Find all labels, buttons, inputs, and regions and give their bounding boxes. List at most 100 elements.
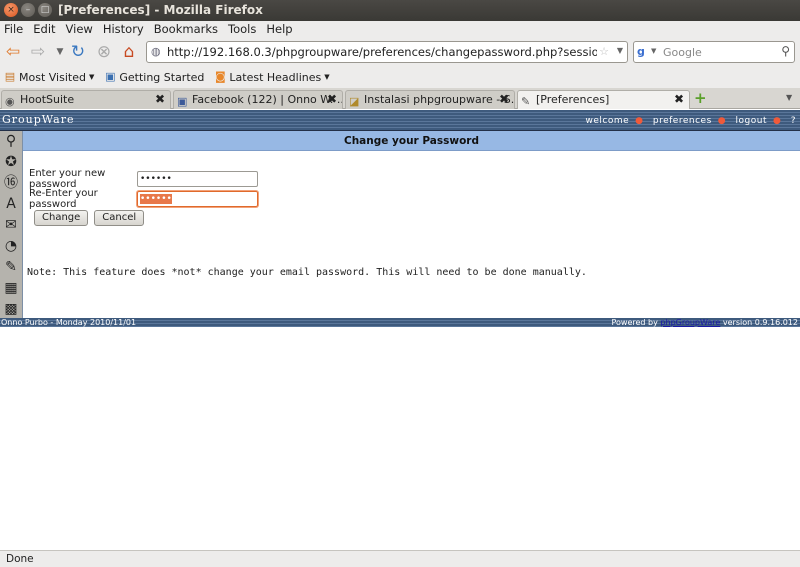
bookmark-label: Getting Started <box>119 70 205 84</box>
calendar-app-icon[interactable]: ⑯ <box>0 173 22 194</box>
menu-edit[interactable]: Edit <box>33 21 55 38</box>
manual-app-icon[interactable]: ▩ <box>0 299 22 320</box>
window-maximize-button[interactable]: □ <box>38 3 52 17</box>
close-tab-icon[interactable]: ✖ <box>499 91 509 108</box>
folder-icon: ▤ <box>4 70 16 83</box>
addressbook-app-icon[interactable]: A <box>0 194 22 215</box>
home-icon[interactable]: ⌂ <box>119 42 139 62</box>
page-icon: ▣ <box>105 70 116 83</box>
search-magnifier-icon[interactable]: ⚲ <box>781 44 790 58</box>
reenter-password-field[interactable]: •••••• <box>137 191 258 207</box>
menu-bar: File Edit View History Bookmarks Tools H… <box>0 21 800 38</box>
phpgroupware-footer: Onno Purbo - Monday 2010/11/01 Powered b… <box>0 318 800 327</box>
stop-icon[interactable]: ⊗ <box>94 42 114 62</box>
change-password-form: Enter your new password •••••• Re-Enter … <box>29 168 258 210</box>
menu-tools[interactable]: Tools <box>228 21 256 38</box>
bookmark-star-icon[interactable]: ☆ <box>599 45 609 58</box>
page-icon: ◪ <box>349 95 360 108</box>
tab-facebook[interactable]: ▣ Facebook (122) | Onno W. ... ✖ <box>173 90 343 109</box>
window-controls: × – □ <box>4 3 52 17</box>
url-bar[interactable]: ◍ http://192.168.0.3/phpgroupware/prefer… <box>146 41 628 63</box>
tab-hootsuite[interactable]: ◉ HootSuite ✖ <box>1 90 171 109</box>
menu-file[interactable]: File <box>4 21 23 38</box>
nav-help[interactable]: ? <box>791 116 796 126</box>
new-tab-plus-icon[interactable]: + <box>694 89 707 107</box>
tab-label: [Preferences] <box>536 93 610 106</box>
app-sidebar: ⚲ ✪ ⑯ A ✉ ◔ ✎ ▦ ▩ <box>0 131 22 318</box>
top-nav: welcome ● preferences ● logout ● ? <box>579 116 796 126</box>
powered-by-prefix: Powered by <box>611 318 661 327</box>
chevron-down-icon: ▼ <box>324 73 330 81</box>
close-tab-icon[interactable]: ✖ <box>674 91 684 108</box>
menu-history[interactable]: History <box>103 21 144 38</box>
google-icon[interactable]: g <box>637 45 651 59</box>
search-placeholder: Google <box>663 46 702 59</box>
page-title: Change your Password <box>23 131 800 151</box>
page-content: GroupWare welcome ● preferences ● logout ● … <box>0 110 800 550</box>
email-password-note: Note: This feature does *not* change you… <box>27 267 587 278</box>
new-password-field[interactable]: •••••• <box>137 171 258 187</box>
phpgroupware-logo: GroupWare <box>2 113 75 126</box>
bookmark-most-visited[interactable]: ▤ Most Visited ▼ <box>4 70 95 84</box>
site-identity-icon[interactable]: ◍ <box>151 45 161 58</box>
history-dropdown-icon[interactable]: ▼ <box>50 42 70 62</box>
status-bar: Done <box>0 550 800 567</box>
nav-welcome[interactable]: welcome <box>585 116 629 126</box>
new-password-label: Enter your new password <box>29 168 106 190</box>
forward-arrow-icon[interactable]: ⇨ <box>28 42 48 62</box>
reenter-password-row: Re-Enter your password •••••• <box>29 188 258 210</box>
email-app-icon[interactable]: ✉ <box>0 215 22 236</box>
bullet-icon: ● <box>717 116 727 126</box>
form-buttons: Change Cancel <box>34 210 145 226</box>
search-engine-dropdown-icon[interactable]: ▼ <box>651 47 656 55</box>
bookmark-latest-headlines[interactable]: ◙ Latest Headlines ▼ <box>214 70 330 84</box>
menu-bookmarks[interactable]: Bookmarks <box>154 21 218 38</box>
tab-preferences[interactable]: ✎ [Preferences] ✖ <box>517 90 690 109</box>
tab-label: HootSuite <box>20 93 75 106</box>
selected-password-text: •••••• <box>140 194 172 204</box>
search-box[interactable]: g ▼ Google ⚲ <box>633 41 795 63</box>
version-text: version 0.9.16.012 <box>720 318 798 327</box>
wrench-icon: ✎ <box>521 95 531 108</box>
url-dropdown-icon[interactable]: ▼ <box>617 46 623 55</box>
nav-logout[interactable]: logout <box>736 116 767 126</box>
admin-app-icon[interactable]: ▦ <box>0 278 22 299</box>
window-minimize-button[interactable]: – <box>21 3 35 17</box>
footer-user-date: Onno Purbo - Monday 2010/11/01 <box>1 318 137 327</box>
home-app-icon[interactable]: ⚲ <box>0 131 22 152</box>
chevron-down-icon: ▼ <box>88 73 95 81</box>
window-close-button[interactable]: × <box>4 3 18 17</box>
facebook-icon: ▣ <box>177 95 188 108</box>
bookmark-getting-started[interactable]: ▣ Getting Started <box>104 71 204 84</box>
phpgroupware-top-bar: GroupWare welcome ● preferences ● logout ● … <box>0 110 800 131</box>
change-button[interactable]: Change <box>34 210 89 226</box>
navigation-toolbar: ⇦ ⇨ ▼ ↻ ⊗ ⌂ ◍ http://192.168.0.3/phpgrou… <box>0 38 800 66</box>
nav-preferences[interactable]: preferences <box>653 116 712 126</box>
tab-strip: ◉ HootSuite ✖ ▣ Facebook (122) | Onno W.… <box>0 88 800 109</box>
back-arrow-icon[interactable]: ⇦ <box>3 42 23 62</box>
window-titlebar: × – □ [Preferences] - Mozilla Firefox <box>0 0 800 21</box>
infolog-app-icon[interactable]: ◔ <box>0 236 22 257</box>
new-password-row: Enter your new password •••••• <box>29 168 258 190</box>
close-tab-icon[interactable]: ✖ <box>327 91 337 108</box>
tab-list-dropdown-icon[interactable]: ▼ <box>786 93 792 102</box>
main-panel: Change your Password Enter your new pass… <box>22 131 800 318</box>
menu-help[interactable]: Help <box>266 21 292 38</box>
rss-icon: ◙ <box>215 70 226 83</box>
url-text: http://192.168.0.3/phpgroupware/preferen… <box>167 45 597 59</box>
phpgroupware-link[interactable]: phpGroupWare <box>660 318 720 327</box>
notes-app-icon[interactable]: ✎ <box>0 257 22 278</box>
preferences-app-icon[interactable]: ✪ <box>0 152 22 173</box>
bullet-icon: ● <box>772 116 782 126</box>
menu-view[interactable]: View <box>66 21 93 38</box>
close-tab-icon[interactable]: ✖ <box>155 91 165 108</box>
bookmark-label: Most Visited <box>19 70 86 84</box>
tab-instalasi[interactable]: ◪ Instalasi phpgroupware - S... ✖ <box>345 90 515 109</box>
tab-label: Instalasi phpgroupware - S... <box>364 93 515 106</box>
cancel-button[interactable]: Cancel <box>94 210 145 226</box>
footer-powered-by: Powered by phpGroupWare version 0.9.16.0… <box>612 318 799 327</box>
bookmark-label: Latest Headlines <box>229 70 322 84</box>
reenter-password-label: Re-Enter your password <box>29 188 98 210</box>
reload-icon[interactable]: ↻ <box>68 42 88 62</box>
window-title: [Preferences] - Mozilla Firefox <box>58 3 263 17</box>
